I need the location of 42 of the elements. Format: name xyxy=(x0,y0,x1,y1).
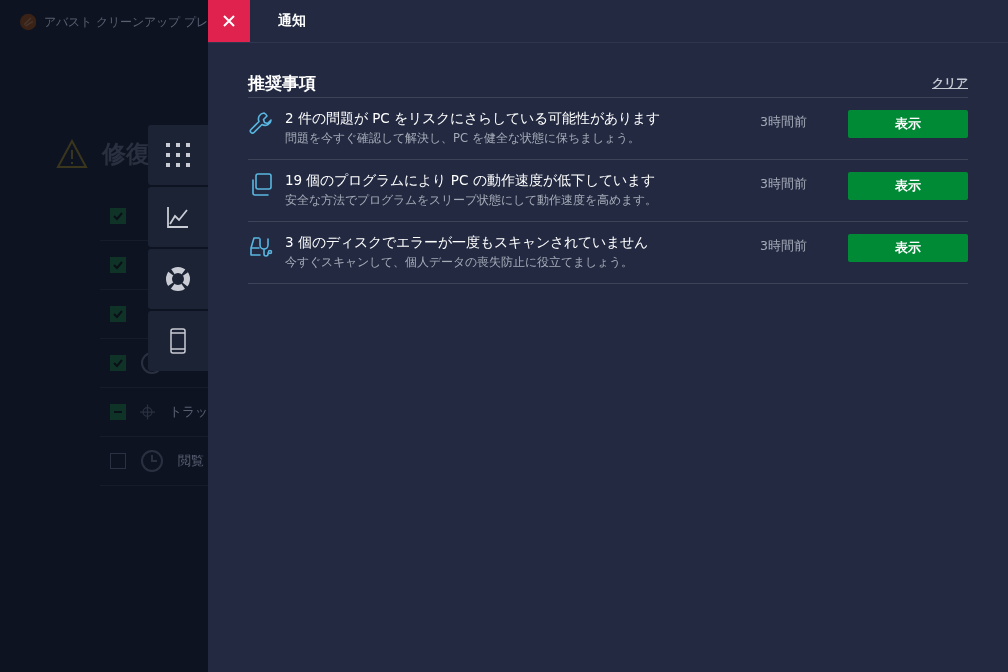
nav-tile[interactable] xyxy=(148,249,208,309)
checkbox[interactable] xyxy=(110,306,126,322)
wrench-icon xyxy=(248,110,274,136)
show-button[interactable]: 表示 xyxy=(848,172,968,200)
option-label: 閲覧 xyxy=(178,452,204,470)
option-label: トラッ xyxy=(169,403,208,421)
grid-icon xyxy=(165,142,191,168)
section-title: 推奨事項 xyxy=(248,71,316,95)
check-icon xyxy=(113,211,123,221)
nav-tile[interactable] xyxy=(148,311,208,371)
lifebuoy-icon xyxy=(165,266,191,292)
clear-link[interactable]: クリア xyxy=(932,74,968,92)
notification-description: 問題を今すぐ確認して解決し、PC を健全な状態に保ちましょう。 xyxy=(285,131,641,146)
phone-icon xyxy=(169,328,187,354)
warning-icon xyxy=(56,139,88,169)
checkbox[interactable] xyxy=(110,453,126,469)
show-button[interactable]: 表示 xyxy=(848,234,968,262)
clock-icon xyxy=(140,449,164,473)
checkbox[interactable] xyxy=(110,355,126,371)
check-icon xyxy=(113,260,123,270)
timestamp: 3時間前 xyxy=(760,175,808,193)
panel-title: 通知 xyxy=(278,12,306,30)
line-chart-icon xyxy=(166,205,190,229)
timestamp: 3時間前 xyxy=(760,237,808,255)
close-icon xyxy=(222,14,236,28)
show-button[interactable]: 表示 xyxy=(848,110,968,138)
app-title: アバスト クリーンアップ プレ xyxy=(44,13,208,31)
checkbox[interactable] xyxy=(110,257,126,273)
check-icon xyxy=(113,309,123,319)
notification-title: 19 個のプログラムにより PC の動作速度が低下しています xyxy=(285,172,656,190)
stethoscope-icon xyxy=(248,234,274,260)
checkbox[interactable] xyxy=(110,208,126,224)
timestamp: 3時間前 xyxy=(760,113,808,131)
notification-description: 今すぐスキャンして、個人データの喪失防止に役立てましょう。 xyxy=(285,255,634,270)
check-icon xyxy=(113,358,123,368)
notification-title: 2 件の問題が PC をリスクにさらしている可能性があります xyxy=(285,110,662,128)
notification-title: 3 個のディスクでエラーが一度もスキャンされていません xyxy=(285,234,649,252)
nav-tile[interactable] xyxy=(148,187,208,247)
checkbox[interactable] xyxy=(110,404,126,420)
close-button[interactable] xyxy=(208,0,250,42)
notification-description: 安全な方法でプログラムをスリープ状態にして動作速度を高めます。 xyxy=(285,193,658,208)
nav-tile[interactable] xyxy=(148,125,208,185)
